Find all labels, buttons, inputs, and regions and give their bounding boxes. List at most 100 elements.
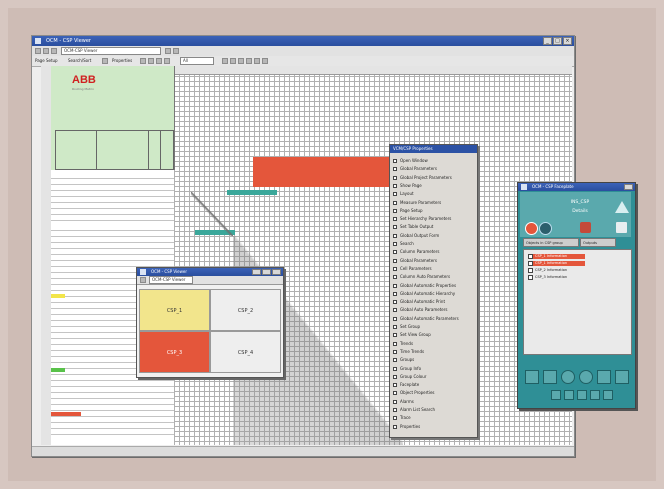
table-row[interactable] <box>51 380 174 381</box>
context-menu-item[interactable]: Layout <box>390 190 477 198</box>
context-menu-item[interactable]: Group Colour <box>390 373 477 381</box>
close-button[interactable] <box>624 184 633 190</box>
context-menu-item[interactable]: Show Page <box>390 182 477 190</box>
flag-icon[interactable] <box>262 58 268 64</box>
alarm-status-icon[interactable] <box>525 222 538 235</box>
context-menu-item[interactable]: Open Window <box>390 157 477 165</box>
nav-button[interactable] <box>590 390 600 400</box>
nav-button[interactable] <box>577 390 587 400</box>
tab-objects[interactable]: Objects in CSP group <box>523 238 579 247</box>
table-row[interactable] <box>51 196 174 197</box>
table-row[interactable] <box>51 184 174 185</box>
table-row[interactable] <box>51 428 174 429</box>
csp-cell[interactable]: CSP_2 <box>210 289 281 331</box>
table-row[interactable] <box>51 220 174 221</box>
context-menu-item[interactable]: Column Parameters <box>390 248 477 256</box>
print-icon[interactable] <box>173 48 179 54</box>
routing-matrix-grid[interactable]: ABB Routing Matrix <box>41 66 572 445</box>
menu-search-sort[interactable]: Search/Sort <box>68 57 91 65</box>
table-row[interactable] <box>51 236 174 237</box>
list-item[interactable]: CSP_1 Information <box>528 254 585 259</box>
forward-icon[interactable] <box>43 48 49 54</box>
faceplate-button[interactable] <box>525 370 539 384</box>
active-route-bar[interactable] <box>227 190 277 195</box>
nav-button[interactable] <box>603 390 613 400</box>
table-row[interactable] <box>51 398 174 399</box>
context-menu-item[interactable]: Time Trends <box>390 348 477 356</box>
context-menu-item[interactable]: Search <box>390 240 477 248</box>
context-menu-item[interactable]: Set Group <box>390 323 477 331</box>
table-row[interactable] <box>51 178 174 179</box>
faceplate-object-list[interactable]: CSP_1 Information CSP_1 Information CSP_… <box>523 249 632 355</box>
flag-icon[interactable] <box>254 58 260 64</box>
context-menu-item[interactable]: Cell Parameters <box>390 265 477 273</box>
context-menu-item[interactable]: Object Properties <box>390 389 477 397</box>
tab-outputs[interactable]: Outputs <box>580 238 616 247</box>
table-row[interactable] <box>51 434 174 435</box>
faceplate-button[interactable] <box>597 370 611 384</box>
menu-page-setup[interactable]: Page Setup <box>35 57 58 65</box>
table-row[interactable] <box>51 404 174 405</box>
grid-icon[interactable] <box>164 58 170 64</box>
csp-cell[interactable]: CSP_1 <box>139 289 210 331</box>
context-menu-item[interactable]: Measure Parameters <box>390 199 477 207</box>
faceplate-button[interactable] <box>543 370 557 384</box>
nav-button[interactable] <box>564 390 574 400</box>
table-row[interactable] <box>51 386 174 387</box>
checkbox-icon[interactable] <box>528 268 533 273</box>
context-menu-item[interactable]: Alarm List Search <box>390 406 477 414</box>
context-menu-item[interactable]: Global Automatic Print <box>390 298 477 306</box>
checkbox-icon[interactable] <box>528 275 533 280</box>
context-menu-item[interactable]: Trace <box>390 414 477 422</box>
context-menu-item[interactable]: Groups <box>390 356 477 364</box>
table-row[interactable] <box>51 214 174 215</box>
table-row[interactable] <box>51 242 174 243</box>
flag-icon[interactable] <box>230 58 236 64</box>
sort-icon[interactable] <box>102 58 108 64</box>
context-menu-item[interactable]: Column Auto Parameters <box>390 273 477 281</box>
context-menu-item[interactable]: Page Setup <box>390 207 477 215</box>
context-menu-item[interactable]: Set Table Output <box>390 223 477 231</box>
maximize-button[interactable] <box>262 269 271 275</box>
csp-cell[interactable]: CSP_4 <box>210 331 281 373</box>
path-combo[interactable]: OCM-CSP Viewer <box>61 47 161 55</box>
table-row[interactable] <box>51 248 174 249</box>
group-window-path[interactable]: OCM-CSP Viewer <box>149 276 193 284</box>
nav-button[interactable] <box>551 390 561 400</box>
context-menu-item[interactable]: Set View Group <box>390 331 477 339</box>
list-item[interactable]: CSP_2 Information <box>528 268 567 273</box>
filter-icon[interactable] <box>140 58 146 64</box>
home-icon[interactable] <box>51 48 57 54</box>
alarm-list-icon[interactable] <box>580 222 591 233</box>
context-menu-item[interactable]: Global Project Parameters <box>390 174 477 182</box>
list-item[interactable]: CSP_3 Information <box>528 275 567 280</box>
context-menu-item[interactable]: Global Automatic Parameters <box>390 315 477 323</box>
table-row[interactable] <box>51 422 174 423</box>
table-row[interactable] <box>51 416 174 417</box>
context-menu-item[interactable]: Trends <box>390 340 477 348</box>
flag-icon[interactable] <box>222 58 228 64</box>
faceplate-button[interactable] <box>615 370 629 384</box>
context-menu-item[interactable]: Global Automatic Properties <box>390 282 477 290</box>
minimize-button[interactable]: _ <box>543 37 552 45</box>
settings-icon[interactable] <box>156 58 162 64</box>
acknowledge-icon[interactable] <box>539 222 552 235</box>
faceplate-titlebar[interactable]: OCM - CSP Faceplate <box>518 183 635 191</box>
close-button[interactable] <box>272 269 281 275</box>
context-menu-item[interactable]: Global Automatic Hierarchy <box>390 290 477 298</box>
table-row[interactable] <box>51 260 174 261</box>
checkbox-icon[interactable] <box>528 254 533 259</box>
table-row[interactable] <box>51 410 174 411</box>
alarm-cell-block[interactable] <box>253 157 401 187</box>
zoom-icon[interactable] <box>148 58 154 64</box>
context-menu-item[interactable]: Global Auto Parameters <box>390 306 477 314</box>
faceplate-button[interactable] <box>579 370 593 384</box>
menu-properties[interactable]: Properties <box>112 57 132 65</box>
context-menu-item[interactable]: Global Parameters <box>390 165 477 173</box>
csp-cell[interactable]: CSP_3 <box>139 331 210 373</box>
context-menu-item[interactable]: Group Info <box>390 365 477 373</box>
table-row[interactable] <box>51 202 174 203</box>
context-menu-item[interactable]: Set Hierarchy Parameters <box>390 215 477 223</box>
flag-icon[interactable] <box>238 58 244 64</box>
table-row[interactable] <box>51 230 174 231</box>
